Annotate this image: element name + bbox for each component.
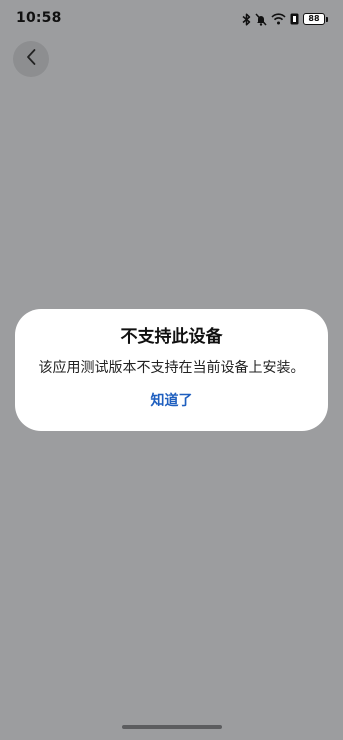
status-icons: 88	[242, 11, 328, 27]
unsupported-device-dialog: 不支持此设备 该应用测试版本不支持在当前设备上安装。 知道了	[15, 309, 328, 431]
battery-tip	[326, 16, 328, 22]
status-bar: 10:58 88	[0, 0, 343, 36]
got-it-button[interactable]: 知道了	[141, 388, 203, 412]
chevron-left-icon	[25, 48, 37, 70]
mute-bell-icon	[255, 12, 267, 26]
dialog-title: 不支持此设备	[120, 327, 223, 347]
bluetooth-icon	[242, 12, 251, 26]
battery-icon: 88	[303, 13, 328, 25]
home-indicator[interactable]	[122, 725, 222, 729]
back-button[interactable]	[13, 41, 49, 77]
signal-badge-icon	[290, 13, 299, 25]
battery-level: 88	[303, 13, 325, 25]
wifi-icon	[271, 13, 286, 25]
status-time: 10:58	[16, 10, 62, 26]
dialog-message: 该应用测试版本不支持在当前设备上安装。	[38, 360, 305, 376]
